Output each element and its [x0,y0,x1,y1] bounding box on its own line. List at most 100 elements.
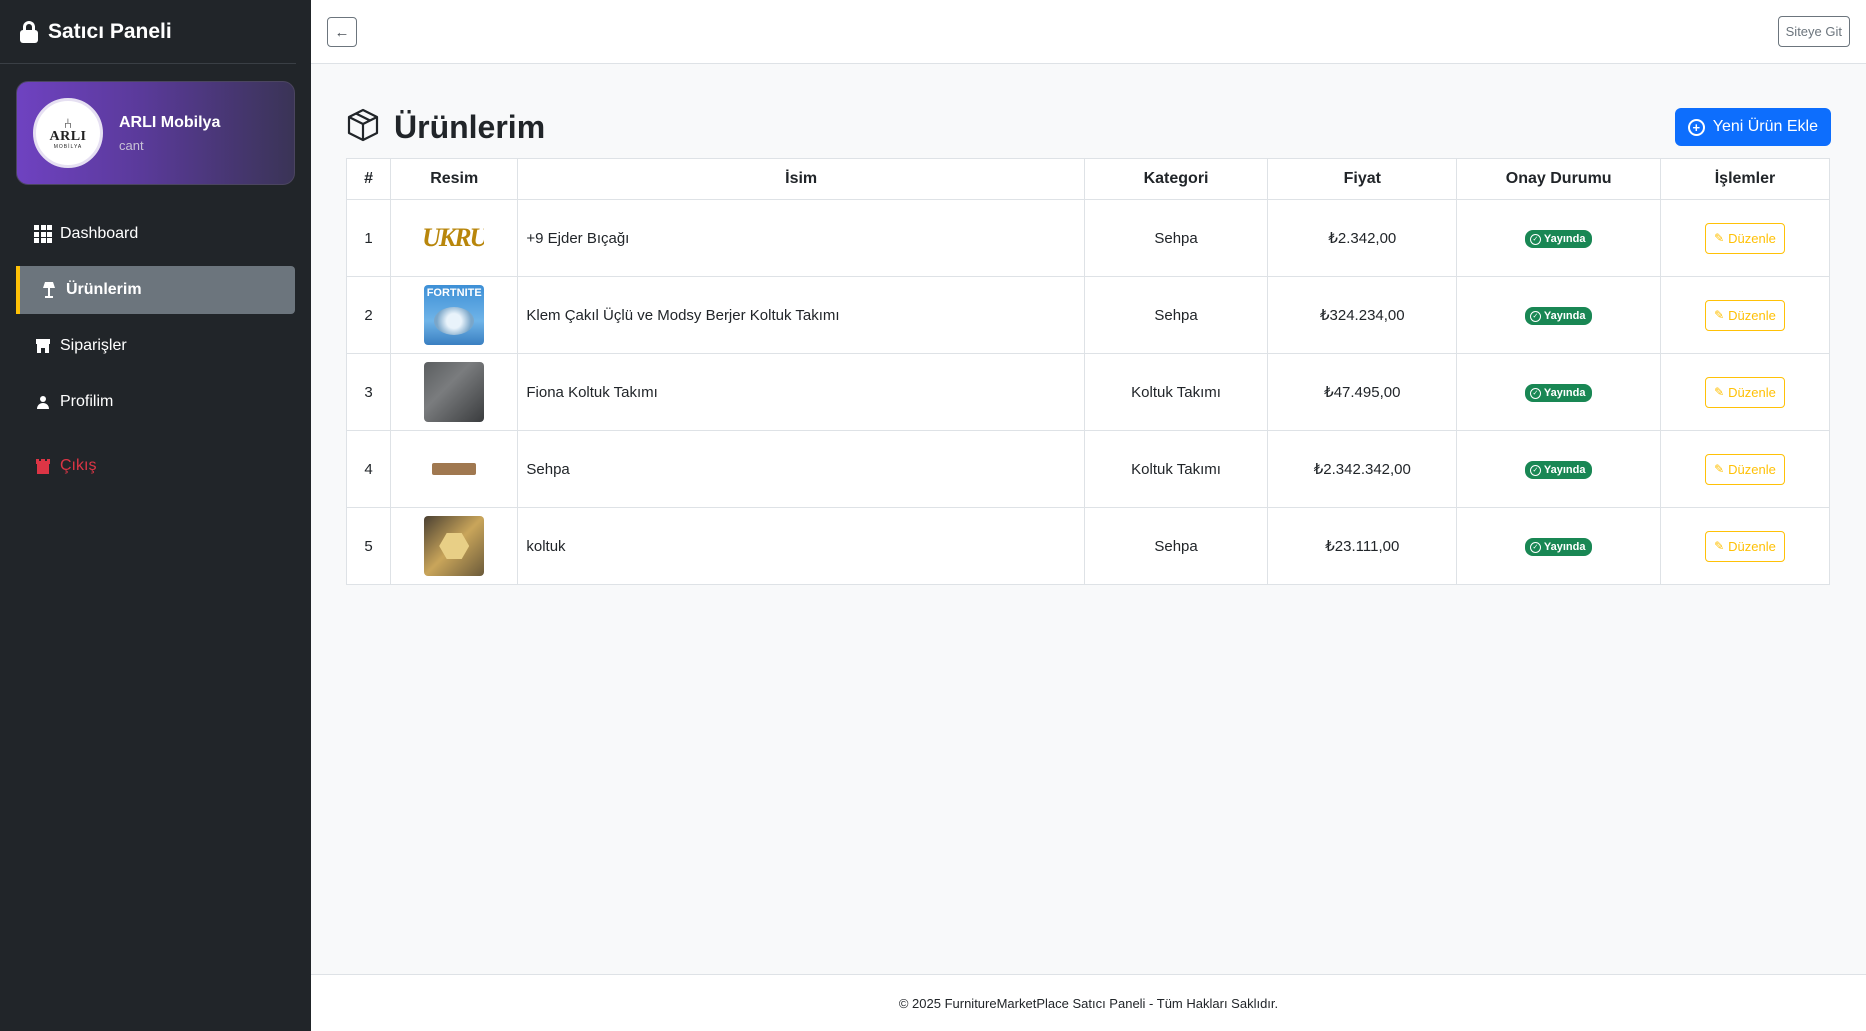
product-thumbnail: FORTNITE [424,285,485,345]
sidebar-nav: Dashboard Ürünlerim Siparişler Profilim … [16,210,295,498]
edit-label: Düzenle [1728,230,1776,246]
go-to-site-button[interactable]: Siteye Git [1777,16,1850,47]
product-price: ₺324.234,00 [1267,276,1458,354]
row-number: 2 [345,276,392,354]
box-icon [346,108,380,147]
sidebar-item-logout[interactable]: Çıkış [16,442,295,490]
sidebar-item-label: Çıkış [60,457,97,474]
profile-name: ARLI Mobilya [119,113,221,131]
profile-subtitle: cant [119,137,144,153]
footer: © 2025 FurnitureMarketPlace Satıcı Panel… [311,974,1866,1031]
edit-button[interactable]: ✎ Düzenle [1705,376,1785,408]
table-row: 5 koltuk Sehpa ₺23.111,00 ✓ Yayında ✎ Düze… [345,507,1831,585]
sidebar-item-label: Ürünlerim [66,281,142,298]
back-button[interactable]: ← [327,17,357,47]
status-badge: ✓ Yayında [1524,384,1593,402]
arrow-left-icon: ← [334,23,350,41]
row-number: 5 [345,507,392,585]
main-content: Ürünlerim + Yeni Ürün Ekle # Resim İsim … [311,64,1866,974]
check-circle-icon: ✓ [1529,310,1541,322]
status-label: Yayında [1543,233,1586,245]
sidebar-item-profile[interactable]: Profilim [16,378,295,426]
chair-icon: ⑃ [63,115,73,131]
edit-label: Düzenle [1728,307,1776,323]
lamp-icon [40,281,58,299]
col-header-status: Onay Durumu [1456,158,1661,200]
row-number: 1 [345,199,392,277]
product-thumbnail [424,516,485,576]
sidebar-item-orders[interactable]: Siparişler [16,322,295,370]
pencil-square-icon: ✎ [1714,462,1725,476]
product-category: Sehpa [1083,507,1269,585]
check-circle-icon: ✓ [1529,233,1541,245]
edit-button[interactable]: ✎ Düzenle [1705,222,1785,254]
product-name: koltuk [517,507,1085,585]
edit-label: Düzenle [1728,384,1776,400]
check-circle-icon: ✓ [1529,541,1541,553]
product-thumbnail [424,439,485,499]
edit-button[interactable]: ✎ Düzenle [1705,299,1785,331]
status-badge: ✓ Yayında [1524,230,1593,248]
product-price: ₺23.111,00 [1267,507,1458,585]
col-header-category: Kategori [1083,158,1269,200]
col-header-price: Fiyat [1267,158,1458,200]
products-table: # Resim İsim Kategori Fiyat Onay Durumu … [345,158,1831,585]
check-circle-icon: ✓ [1529,464,1541,476]
topbar: ← Siteye Git [311,0,1866,64]
sidebar-item-dashboard[interactable]: Dashboard [16,210,295,258]
check-circle-icon: ✓ [1529,387,1541,399]
edit-label: Düzenle [1728,461,1776,477]
row-number: 4 [345,430,392,508]
avatar: ⑃ ARLI MOBİLYA [33,98,103,168]
edit-button[interactable]: ✎ Düzenle [1705,453,1785,485]
add-product-label: Yeni Ürün Ekle [1712,118,1818,135]
thumbnail-text: FORTNITE [426,287,482,299]
status-badge: ✓ Yayında [1524,538,1593,556]
product-price: ₺2.342,00 [1267,199,1458,277]
row-number: 3 [345,353,392,431]
status-badge: ✓ Yayında [1524,461,1593,479]
product-price: ₺47.495,00 [1267,353,1458,431]
pencil-square-icon: ✎ [1714,385,1725,399]
sidebar-item-label: Profilim [60,393,114,410]
profile-card: ⑃ ARLI MOBİLYA ARLI Mobilya cant [16,81,295,185]
product-name: Fiona Koltuk Takımı [517,353,1085,431]
sidebar-item-label: Siparişler [60,337,127,354]
table-row: 1 UKRU +9 Ejder Bıçağı Sehpa ₺2.342,00 ✓… [345,199,1831,277]
status-label: Yayında [1543,310,1586,322]
status-badge: ✓ Yayında [1524,307,1593,325]
castle-icon [34,457,52,475]
product-name: Klem Çakıl Üçlü ve Modsy Berjer Koltuk T… [517,276,1085,354]
edit-button[interactable]: ✎ Düzenle [1705,530,1785,562]
status-label: Yayında [1543,387,1586,399]
logo-text: ARLI [49,129,87,144]
person-icon [34,393,52,411]
plus-circle-icon: + [1687,118,1705,136]
table-header-row: # Resim İsim Kategori Fiyat Onay Durumu … [345,158,1831,200]
sidebar-item-products[interactable]: Ürünlerim [16,266,295,314]
col-header-number: # [345,158,392,200]
product-category: Sehpa [1083,276,1269,354]
product-thumbnail [424,362,485,422]
brand-title: Satıcı Paneli [48,19,172,43]
col-header-image: Resim [390,158,519,200]
grid-icon [34,225,52,243]
logo-subtext: MOBİLYA [53,144,83,150]
pencil-square-icon: ✎ [1714,308,1725,322]
sidebar-item-label: Dashboard [60,225,139,242]
brand: Satıcı Paneli [0,0,296,64]
product-category: Koltuk Takımı [1083,353,1269,431]
table-row: 4 Sehpa Koltuk Takımı ₺2.342.342,00 ✓ Yay… [345,430,1831,508]
pencil-square-icon: ✎ [1714,231,1725,245]
table-row: 3 Fiona Koltuk Takımı Koltuk Takımı ₺47.… [345,353,1831,431]
product-category: Koltuk Takımı [1083,430,1269,508]
col-header-name: İsim [517,158,1085,200]
footer-text: © 2025 FurnitureMarketPlace Satıcı Panel… [898,995,1279,1011]
pencil-square-icon: ✎ [1714,539,1725,553]
page-title: Ürünlerim [394,108,546,145]
status-label: Yayında [1543,464,1586,476]
product-name: +9 Ejder Bıçağı [517,199,1085,277]
status-label: Yayında [1543,541,1586,553]
add-product-button[interactable]: + Yeni Ürün Ekle [1674,108,1831,146]
product-thumbnail: UKRU [424,208,485,268]
